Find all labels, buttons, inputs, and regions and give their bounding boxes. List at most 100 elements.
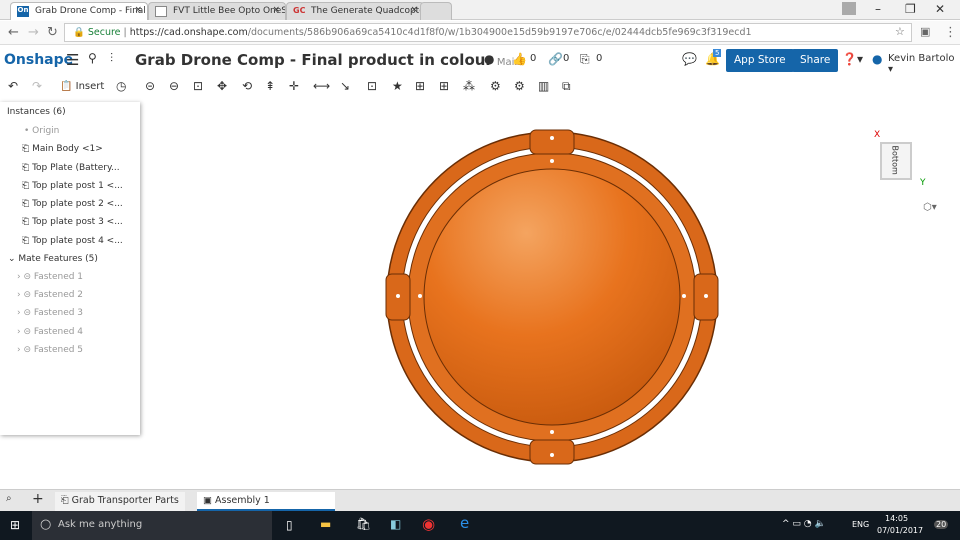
- user-menu[interactable]: Kevin Bartolo ▾: [888, 53, 960, 75]
- list-item[interactable]: ⎗ Top Plate (Battery...: [22, 163, 120, 173]
- list-item[interactable]: ⎗ Top plate post 1 <...: [22, 181, 123, 191]
- mate-features-header[interactable]: ⌄ Mate Features (5): [8, 254, 98, 264]
- close-window-icon[interactable]: ✕: [935, 2, 945, 16]
- list-item[interactable]: › ⊝ Fastened 2: [17, 290, 83, 300]
- extension-icon[interactable]: ▣: [920, 25, 930, 38]
- restore-icon[interactable]: ❐: [905, 2, 916, 16]
- forward-icon[interactable]: →: [28, 25, 39, 40]
- copy-icon[interactable]: ⎘: [580, 52, 590, 67]
- back-icon[interactable]: ←: [8, 25, 19, 40]
- list-item[interactable]: ⎗ Top plate post 3 <...: [22, 217, 123, 227]
- globe-icon[interactable]: ●: [484, 52, 494, 66]
- cylindrical-mate-icon[interactable]: ⟲: [242, 79, 252, 93]
- list-item[interactable]: ⎗ Main Body <1>: [22, 144, 103, 154]
- fastened-mate-icon[interactable]: ⊝: [145, 79, 155, 93]
- onshape-logo[interactable]: Onshape: [4, 52, 73, 68]
- pin-slot-mate-icon[interactable]: ⇞: [265, 79, 275, 93]
- cube-face[interactable]: Bottom: [880, 142, 912, 180]
- comment-icon[interactable]: 💬: [682, 52, 697, 66]
- task-view-icon[interactable]: ▯: [286, 518, 293, 532]
- star-icon[interactable]: ☆: [895, 25, 905, 38]
- close-icon[interactable]: ×: [134, 5, 142, 15]
- reload-icon[interactable]: ↻: [47, 25, 58, 40]
- clock-date[interactable]: 07/01/2017: [877, 526, 923, 535]
- link-icon[interactable]: 🔗: [548, 52, 563, 66]
- linear-relation-icon[interactable]: ⧉: [562, 79, 571, 94]
- like-icon[interactable]: 👍: [512, 52, 527, 66]
- view-cube[interactable]: X Y Bottom ⬡▾: [860, 110, 950, 220]
- item-label: Top plate post 3 <...: [32, 217, 123, 227]
- windows-start-icon[interactable]: ⊞: [10, 518, 20, 532]
- document-icon: [155, 6, 167, 17]
- system-tray-icons[interactable]: ^ ▭ ◔ 🔈: [782, 519, 826, 529]
- share-button[interactable]: Share: [792, 49, 839, 72]
- store-icon[interactable]: 🛍: [356, 517, 371, 531]
- menu-icon[interactable]: ⋮: [944, 25, 957, 40]
- tangent-mate-icon[interactable]: ↘: [340, 79, 350, 93]
- cortana-search[interactable]: ○ Ask me anything: [32, 511, 272, 540]
- undo-icon[interactable]: ↶: [8, 79, 18, 93]
- app-icon[interactable]: ◧: [390, 517, 401, 531]
- screw-relation-icon[interactable]: ▥: [538, 79, 549, 93]
- origin-item[interactable]: • Origin: [24, 126, 59, 136]
- add-tab-icon[interactable]: +: [32, 491, 44, 507]
- feature-list-icon[interactable]: ⚲: [88, 51, 97, 65]
- browser-tab[interactable]: FVT Little Bee Opto OneShot×: [148, 2, 286, 20]
- app-store-button[interactable]: App Store: [726, 49, 794, 72]
- ball-mate-icon[interactable]: ✛: [289, 79, 299, 93]
- tab-assembly[interactable]: ▣ Assembly 1: [197, 492, 335, 511]
- clock-time[interactable]: 14:05: [885, 514, 908, 523]
- file-explorer-icon[interactable]: ▬: [320, 517, 331, 531]
- tab-manager-icon[interactable]: ⌕: [6, 493, 12, 504]
- minimize-icon[interactable]: –: [875, 2, 881, 16]
- action-center-badge[interactable]: 20: [934, 520, 949, 529]
- address-bar: ← → ↻ 🔒 Secure | https://cad.onshape.com…: [0, 21, 960, 45]
- group-icon[interactable]: ★: [392, 79, 403, 93]
- chrome-icon[interactable]: ◉: [422, 515, 435, 533]
- hamburger-icon[interactable]: ☰: [66, 51, 79, 69]
- edge-icon[interactable]: e: [460, 514, 469, 532]
- drone-model[interactable]: [380, 124, 725, 469]
- mate-connector-icon[interactable]: ⊡: [367, 79, 377, 93]
- avatar[interactable]: ●: [872, 52, 882, 66]
- help-icon[interactable]: ❓▾: [842, 52, 863, 66]
- browser-tab[interactable]: On Grab Drone Comp - Final product in col…: [10, 2, 148, 20]
- history-icon[interactable]: ◷: [116, 79, 126, 93]
- list-item[interactable]: › ⊝ Fastened 1: [17, 272, 83, 282]
- header-label: Mate Features (5): [18, 254, 98, 264]
- browser-tab[interactable]: GC The Generate Quadcopter ×: [286, 2, 424, 20]
- user-name: Kevin Bartolo: [888, 53, 955, 64]
- planar-mate-icon[interactable]: ✥: [217, 79, 227, 93]
- new-tab-button[interactable]: [420, 2, 452, 20]
- insert-button[interactable]: 📋 Insert: [60, 81, 104, 92]
- slider-mate-icon[interactable]: ⊡: [193, 79, 203, 93]
- browser-tab-strip: On Grab Drone Comp - Final product in col…: [0, 0, 960, 20]
- replicate-icon[interactable]: ⊞: [439, 79, 449, 93]
- gear-relation-icon[interactable]: ⚙: [490, 79, 501, 93]
- list-item[interactable]: › ⊝ Fastened 4: [17, 327, 83, 337]
- notification-badge: 5: [713, 49, 722, 57]
- list-item[interactable]: › ⊝ Fastened 5: [17, 345, 83, 355]
- language-indicator[interactable]: ENG: [852, 520, 869, 529]
- insert-mate-icon[interactable]: ⫶: [110, 51, 113, 66]
- document-tab-bar: ⌕ + ⎗ Grab Transporter Parts ▣ Assembly …: [0, 489, 960, 511]
- tab-part-studio[interactable]: ⎗ Grab Transporter Parts: [55, 492, 185, 511]
- list-item[interactable]: ⎗ Top plate post 2 <...: [22, 199, 123, 209]
- view-options-icon[interactable]: ⬡▾: [923, 202, 937, 213]
- item-label: Top plate post 2 <...: [32, 199, 123, 209]
- parallel-mate-icon[interactable]: ⟷: [313, 79, 330, 93]
- profile-icon[interactable]: [842, 2, 856, 15]
- redo-icon[interactable]: ↷: [32, 79, 42, 93]
- revolute-mate-icon[interactable]: ⊖: [169, 79, 179, 93]
- url-input[interactable]: 🔒 Secure | https://cad.onshape.com/docum…: [64, 23, 912, 42]
- close-icon[interactable]: ×: [410, 5, 418, 15]
- list-item[interactable]: › ⊝ Fastened 3: [17, 308, 83, 318]
- item-label: Top plate post 4 <...: [32, 236, 123, 246]
- close-icon[interactable]: ×: [272, 5, 280, 15]
- relation-icon[interactable]: ⊞: [415, 79, 425, 93]
- instances-header[interactable]: Instances (6): [7, 107, 66, 117]
- url-path: /documents/586b906a69ca5410c4d1f8f0/w/1b…: [247, 27, 752, 38]
- list-item[interactable]: ⎗ Top plate post 4 <...: [22, 236, 123, 246]
- rack-pinion-icon[interactable]: ⚙: [514, 79, 525, 93]
- pattern-icon[interactable]: ⁂: [463, 79, 475, 93]
